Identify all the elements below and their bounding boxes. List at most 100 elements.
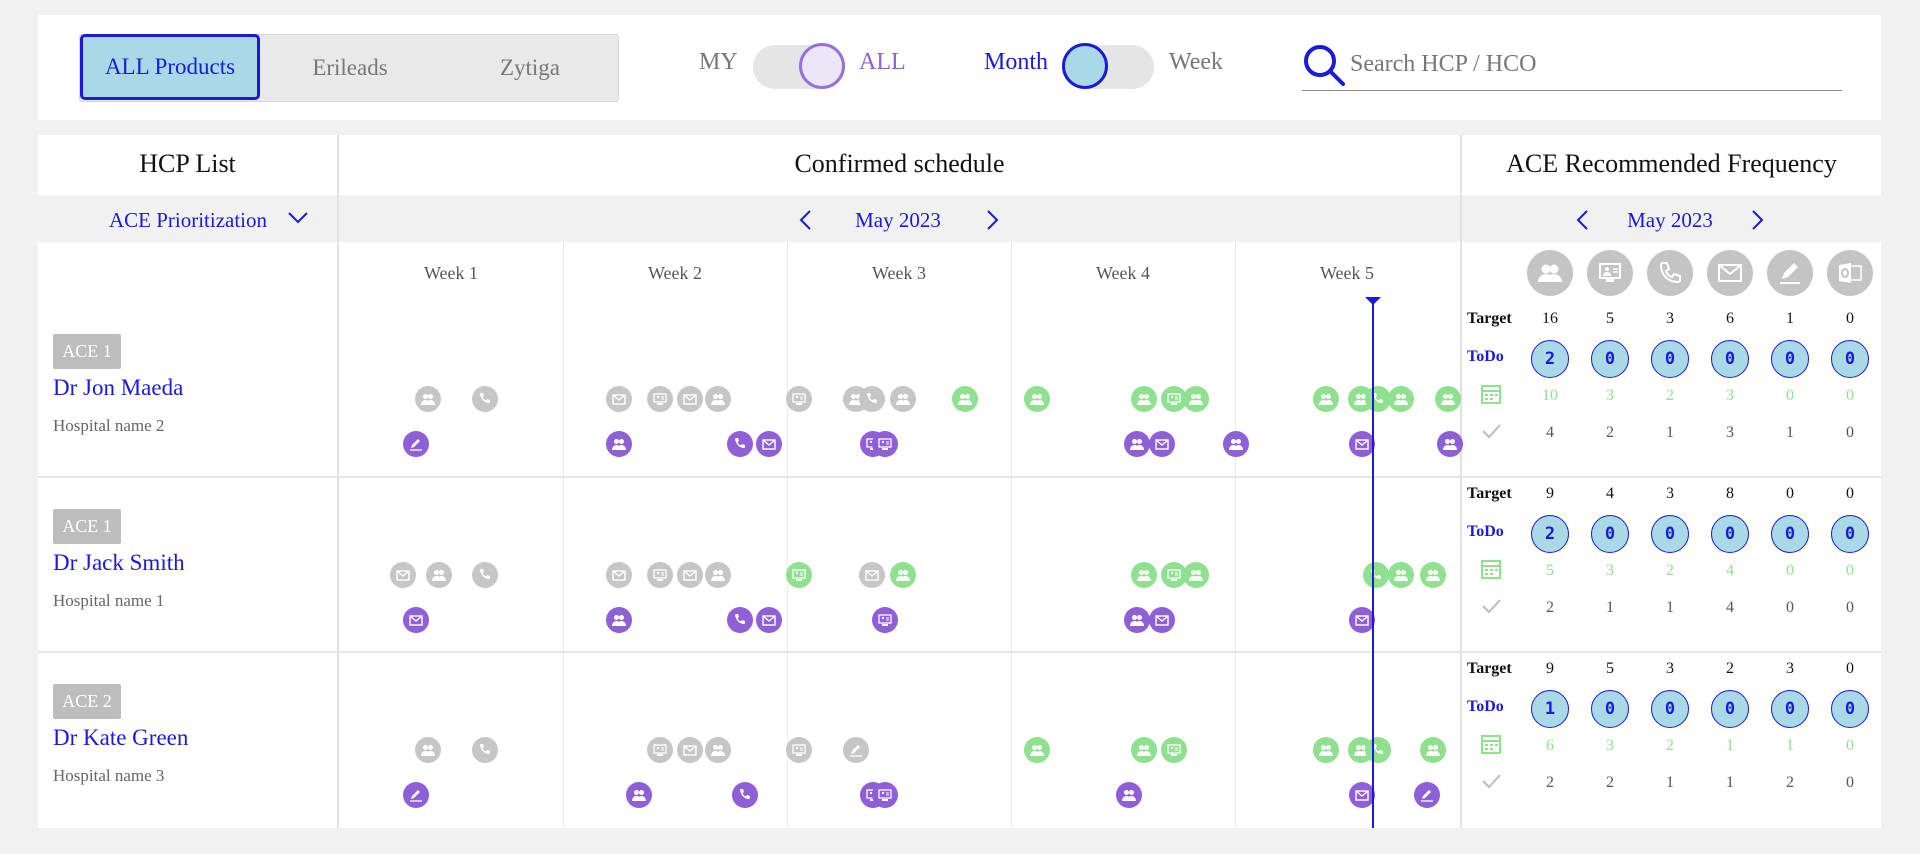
sort-dropdown[interactable]: ACE Prioritization [108,208,268,233]
todo-value[interactable]: 0 [1771,515,1809,553]
next-month-icon[interactable] [986,209,1000,231]
period-toggle[interactable] [1062,43,1154,89]
phone-icon[interactable] [472,737,498,763]
chevron-down-icon[interactable] [287,211,309,225]
tab-erileads[interactable]: Erileads [260,35,440,101]
todo-value[interactable]: 2 [1531,340,1569,378]
todo-value[interactable]: 0 [1711,515,1749,553]
email-icon[interactable] [606,386,632,412]
doctor-name[interactable]: Dr Jon Maeda [53,375,183,401]
meeting-icon[interactable] [1131,386,1157,412]
signature-icon[interactable] [403,782,429,808]
todo-value[interactable]: 0 [1591,515,1629,553]
remote-meeting-icon[interactable] [647,386,673,412]
meeting-icon[interactable] [890,386,916,412]
remote-meeting-icon[interactable] [647,737,673,763]
meeting-icon[interactable] [1024,737,1050,763]
signature-icon[interactable] [403,431,429,457]
meeting-icon[interactable] [1435,386,1461,412]
todo-value[interactable]: 0 [1591,690,1629,728]
meeting-icon[interactable] [1388,386,1414,412]
email-icon[interactable] [756,607,782,633]
meeting-icon[interactable] [705,737,731,763]
email-icon[interactable] [1149,607,1175,633]
todo-value[interactable]: 0 [1651,340,1689,378]
phone-icon[interactable] [732,782,758,808]
toggle-all-label[interactable]: ALL [859,49,906,76]
meeting-icon[interactable] [606,607,632,633]
meeting-icon[interactable] [1420,562,1446,588]
email-icon[interactable] [1149,431,1175,457]
meeting-icon[interactable] [705,562,731,588]
search-input[interactable] [1350,51,1830,78]
phone-icon[interactable] [859,386,885,412]
meeting-icon[interactable] [705,386,731,412]
email-icon[interactable] [677,737,703,763]
remote-meeting-icon[interactable] [872,431,898,457]
meeting-icon[interactable] [1223,431,1249,457]
phone-icon[interactable] [1365,737,1391,763]
remote-meeting-icon[interactable] [786,562,812,588]
todo-value[interactable]: 0 [1831,690,1869,728]
meeting-icon[interactable] [890,562,916,588]
meeting-icon[interactable] [1183,386,1209,412]
scope-toggle[interactable] [753,43,845,89]
tab-zytiga[interactable]: Zytiga [440,35,620,101]
prev-month-icon[interactable] [798,209,812,231]
meeting-icon[interactable] [1131,562,1157,588]
signature-icon[interactable] [1414,782,1440,808]
toggle-my-label[interactable]: MY [699,49,738,76]
meeting-icon[interactable] [626,782,652,808]
todo-value[interactable]: 0 [1831,340,1869,378]
doctor-name[interactable]: Dr Kate Green [53,725,188,751]
meeting-icon[interactable] [1124,607,1150,633]
signature-icon[interactable] [843,737,869,763]
meeting-icon[interactable] [1131,737,1157,763]
email-icon[interactable] [606,562,632,588]
email-icon[interactable] [677,562,703,588]
todo-value[interactable]: 0 [1591,340,1629,378]
email-icon[interactable] [390,562,416,588]
toggle-month-label[interactable]: Month [984,49,1048,76]
meeting-icon[interactable] [415,737,441,763]
period-toggle-knob[interactable] [1062,43,1108,89]
search-icon[interactable] [1302,43,1346,87]
scope-toggle-knob[interactable] [799,43,845,89]
toggle-week-label[interactable]: Week [1169,49,1223,76]
meeting-icon[interactable] [1116,782,1142,808]
next-month-icon[interactable] [1751,209,1765,231]
meeting-icon[interactable] [426,562,452,588]
email-icon[interactable] [403,607,429,633]
phone-icon[interactable] [472,562,498,588]
todo-value[interactable]: 0 [1711,340,1749,378]
meeting-icon[interactable] [1437,431,1463,457]
doctor-name[interactable]: Dr Jack Smith [53,550,185,576]
search-box[interactable] [1302,45,1842,91]
todo-value[interactable]: 0 [1651,515,1689,553]
meeting-icon[interactable] [1313,737,1339,763]
remote-meeting-icon[interactable] [786,737,812,763]
todo-value[interactable]: 0 [1831,515,1869,553]
remote-meeting-icon[interactable] [872,782,898,808]
meeting-icon[interactable] [1388,562,1414,588]
todo-value[interactable]: 0 [1651,690,1689,728]
meeting-icon[interactable] [1313,386,1339,412]
todo-value[interactable]: 1 [1531,690,1569,728]
email-icon[interactable] [677,386,703,412]
todo-value[interactable]: 2 [1531,515,1569,553]
remote-meeting-icon[interactable] [647,562,673,588]
todo-value[interactable]: 0 [1771,340,1809,378]
remote-meeting-icon[interactable] [872,607,898,633]
email-icon[interactable] [859,562,885,588]
meeting-icon[interactable] [1024,386,1050,412]
meeting-icon[interactable] [1183,562,1209,588]
remote-meeting-icon[interactable] [1161,737,1187,763]
phone-icon[interactable] [1363,562,1389,588]
meeting-icon[interactable] [1124,431,1150,457]
todo-value[interactable]: 0 [1711,690,1749,728]
prev-month-icon[interactable] [1575,209,1589,231]
meeting-icon[interactable] [606,431,632,457]
meeting-icon[interactable] [952,386,978,412]
todo-value[interactable]: 0 [1771,690,1809,728]
phone-icon[interactable] [472,386,498,412]
